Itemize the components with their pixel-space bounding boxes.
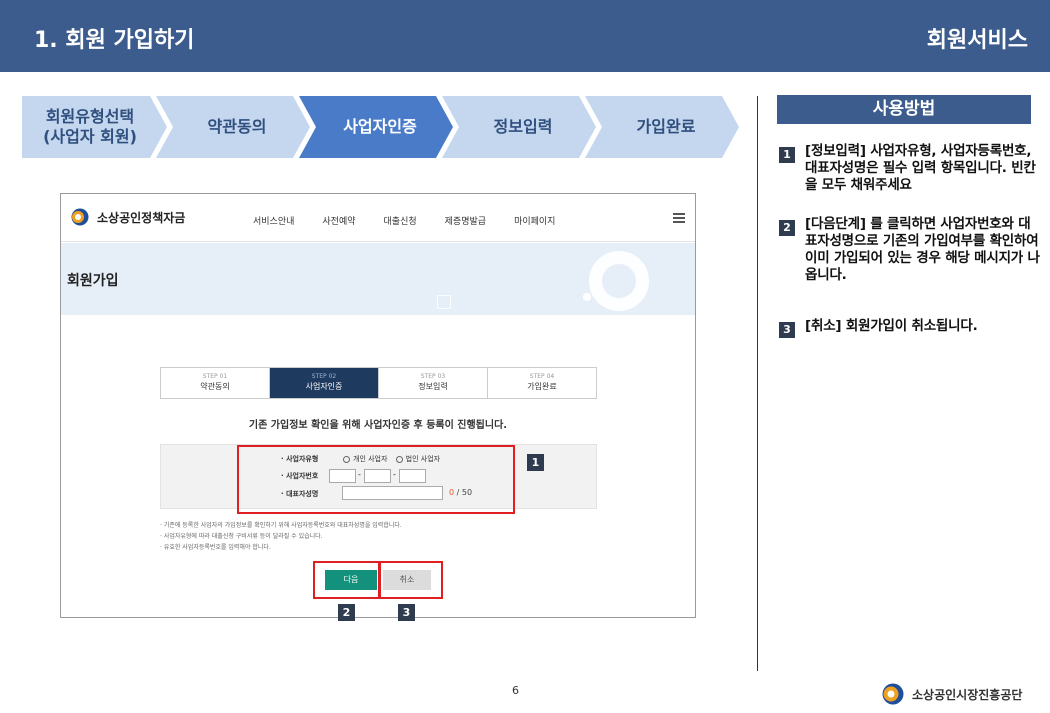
usage-note-2-text: [다음단계] 를 클릭하면 사업자번호와 대표자성명으로 기존의 가입여부를 확…: [805, 216, 1040, 283]
page-title: 1. 회원 가입하기: [34, 28, 195, 53]
form-hints: · 기존에 등록한 사업자의 가입정보를 확인하기 위해 사업자등록번호와 대표…: [160, 520, 402, 553]
step-business-auth: 사업자인증: [343, 117, 417, 136]
menu-item-loan[interactable]: 대출신청: [384, 214, 417, 227]
decor-dot: [583, 293, 591, 301]
page-number: 6: [512, 684, 519, 697]
org-name: 소상공인시장진흥공단: [912, 687, 1023, 702]
menu-item-mypage[interactable]: 마이페이지: [514, 214, 555, 227]
usage-note-3-number: 3: [779, 322, 795, 338]
usage-heading: 사용방법: [777, 95, 1031, 124]
mini-step-4: STEP 04 가입완료: [488, 368, 596, 398]
usage-note-3-text: [취소] 회원가입이 취소됩니다.: [805, 318, 978, 334]
marker-2: 2: [338, 604, 355, 621]
mini-step-3-number: STEP 03: [420, 373, 446, 380]
site-logo[interactable]: 소상공인정책자금: [69, 208, 185, 226]
step-member-type: 회원유형선택 (사업자 회원): [43, 107, 137, 146]
mini-step-1-name: 약관동의: [200, 382, 230, 391]
logo-icon: [71, 208, 89, 226]
menu-item-reservation[interactable]: 사전예약: [322, 214, 355, 227]
mini-step-1-number: STEP 01: [202, 373, 228, 380]
step-progress: 회원유형선택 (사업자 회원) 약관동의 사업자인증 정보입력 가입완료: [22, 96, 742, 158]
highlight-cancel: [378, 561, 443, 599]
step-terms: 약관동의: [207, 117, 267, 136]
menu-item-certificate[interactable]: 제증명발급: [445, 214, 486, 227]
mini-step-2-name: 사업자인증: [305, 382, 343, 391]
site-menu: 서비스안내 사전예약 대출신청 제증명발급 마이페이지: [253, 214, 555, 227]
highlight-form: [237, 445, 515, 514]
footer-logo: 소상공인시장진흥공단: [880, 683, 1022, 705]
usage-note-1-text: [정보입력] 사업자유형, 사업자등록번호, 대표자성명은 필수 입력 항목입니…: [805, 143, 1036, 193]
page-banner: 회원가입: [61, 243, 695, 315]
step-info-input: 정보입력: [493, 117, 553, 136]
mini-step-3: STEP 03 정보입력: [379, 368, 488, 398]
banner-title: 회원가입: [67, 273, 119, 289]
usage-note-1-number: 1: [779, 147, 795, 163]
step-complete: 가입완료: [636, 117, 696, 136]
menu-icon[interactable]: [673, 213, 685, 223]
usage-note-2: 2 [다음단계] 를 클릭하면 사업자번호와 대표자성명으로 기존의 가입여부를…: [779, 216, 1041, 284]
mini-step-2-number: STEP 02: [311, 373, 337, 380]
decor-square: [437, 295, 451, 309]
vertical-divider: [757, 96, 758, 671]
hint-3: · 유효한 사업자등록번호를 입력해야 합니다.: [160, 544, 271, 551]
mini-step-4-number: STEP 04: [529, 373, 555, 380]
decor-ring: [589, 251, 649, 311]
org-logo-icon: [882, 683, 904, 705]
mini-step-1: STEP 01 약관동의: [161, 368, 270, 398]
hint-2: · 사업자유형에 따라 대출신청 구비서류 등이 달라질 수 있습니다.: [160, 533, 323, 540]
menu-item-service[interactable]: 서비스안내: [253, 214, 294, 227]
usage-note-3: 3 [취소] 회원가입이 취소됩니다.: [779, 318, 1041, 338]
title-bar: 1. 회원 가입하기 회원서비스: [0, 0, 1050, 72]
highlight-next: [313, 561, 381, 599]
mini-step-2: STEP 02 사업자인증: [270, 368, 379, 398]
marker-3: 3: [398, 604, 415, 621]
marker-1: 1: [527, 454, 544, 471]
auth-info-text: 기존 가입정보 확인을 위해 사업자인증 후 등록이 진행됩니다.: [248, 420, 508, 431]
site-nav: 소상공인정책자금 서비스안내 사전예약 대출신청 제증명발급 마이페이지: [61, 194, 695, 242]
mini-step-4-name: 가입완료: [527, 382, 557, 391]
hint-1: · 기존에 등록한 사업자의 가입정보를 확인하기 위해 사업자등록번호와 대표…: [160, 522, 402, 529]
mini-step-3-name: 정보입력: [418, 382, 448, 391]
service-name: 회원서비스: [926, 28, 1028, 53]
usage-note-1: 1 [정보입력] 사업자유형, 사업자등록번호, 대표자성명은 필수 입력 항목…: [779, 143, 1041, 194]
usage-note-2-number: 2: [779, 220, 795, 236]
site-brand: 소상공인정책자금: [97, 210, 186, 225]
signup-steps: STEP 01 약관동의 STEP 02 사업자인증 STEP 03 정보입력 …: [160, 367, 597, 399]
signup-screenshot: 소상공인정책자금 서비스안내 사전예약 대출신청 제증명발급 마이페이지 회원가…: [60, 193, 696, 618]
